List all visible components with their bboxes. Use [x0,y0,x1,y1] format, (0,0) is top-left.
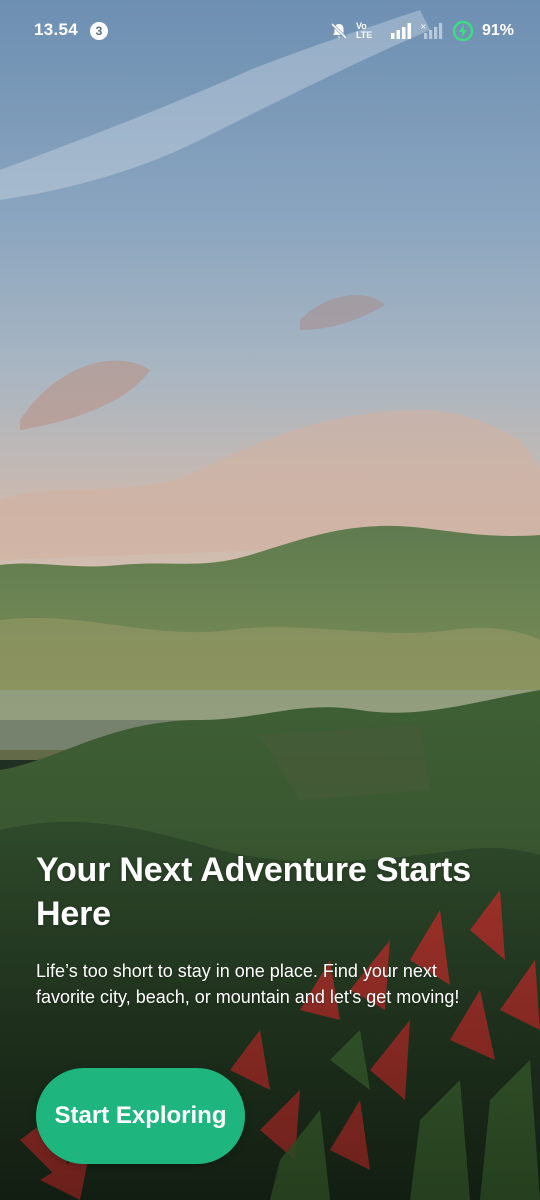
volte-icon: Vo LTE [355,21,373,40]
mute-bell-icon [330,22,348,40]
svg-text:×: × [420,22,427,31]
notification-count-badge: 3 [90,22,108,40]
battery-percent: 91% [481,22,514,39]
status-bar: 13.54 3 Vo LTE × 91% [0,0,540,62]
landscape-background-image [0,0,540,1200]
onboarding-screen: 13.54 3 Vo LTE × 91% Your Next Adventure… [0,0,540,1200]
signal-no-data-icon: × [420,22,443,39]
status-icons: Vo LTE × 91% [330,18,514,44]
start-exploring-button[interactable]: Start Exploring [36,1068,245,1164]
signal-icon [390,23,411,39]
headline: Your Next Adventure Starts Here [36,851,472,933]
status-time: 13.54 [34,20,79,39]
onboarding-content: Your Next Adventure Starts Here Life’s t… [36,848,504,1010]
subtext: Life’s too short to stay in one place. F… [36,961,460,1007]
battery-charging-icon [452,20,474,42]
